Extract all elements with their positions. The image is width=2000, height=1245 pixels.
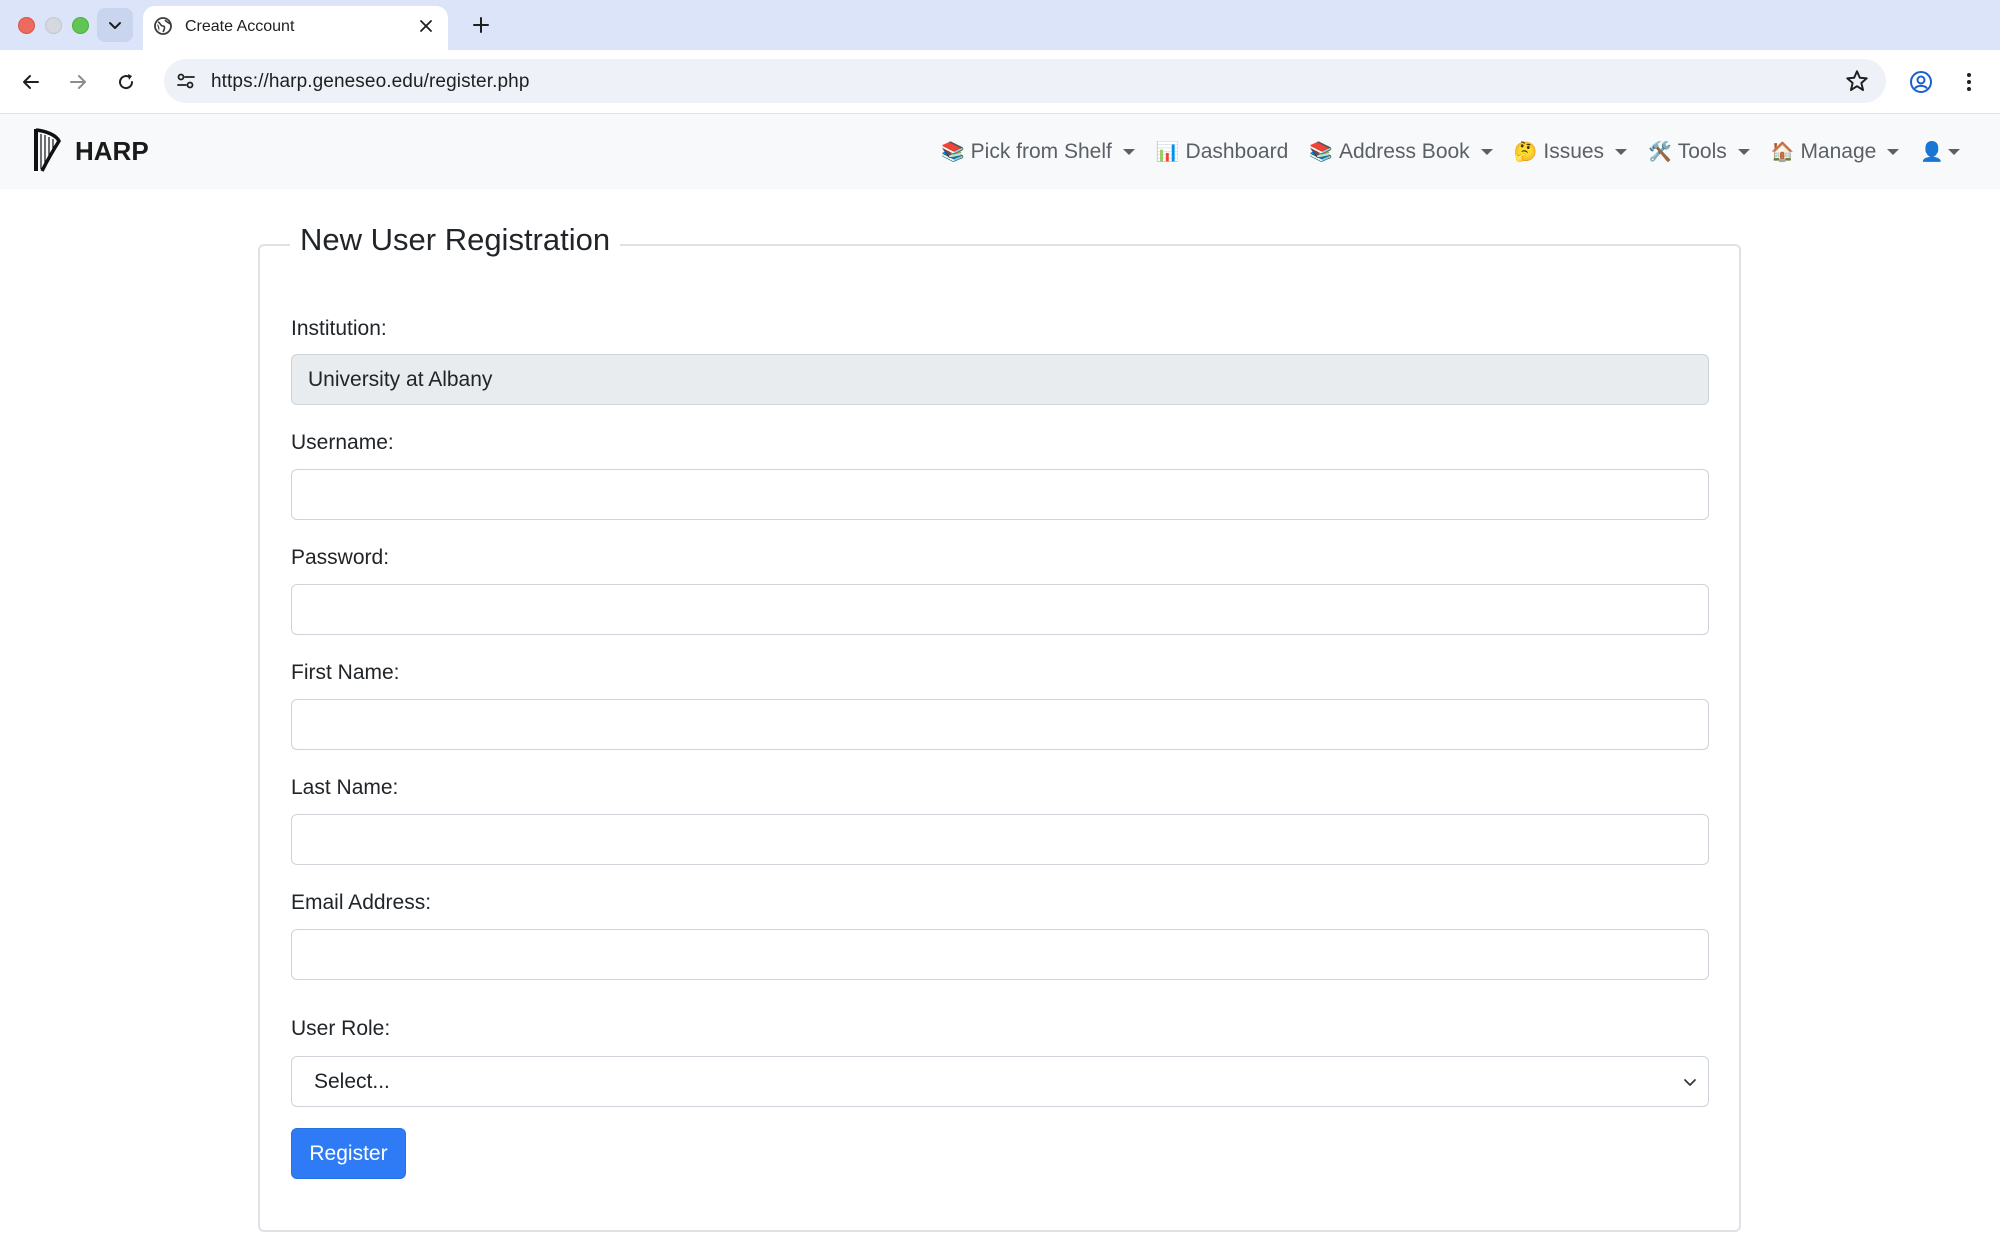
caret-down-icon bbox=[1737, 148, 1750, 155]
globe-icon bbox=[154, 17, 172, 35]
profile-button[interactable] bbox=[1904, 65, 1938, 99]
institution-label: Institution: bbox=[291, 317, 387, 340]
window-zoom-button[interactable] bbox=[72, 17, 89, 34]
books-icon: 📚 bbox=[940, 141, 965, 163]
email-input[interactable] bbox=[291, 929, 1709, 980]
main-menu: 📚 Pick from Shelf 📊 Dashboard 📚 Address … bbox=[920, 114, 1960, 189]
site-settings-icon bbox=[177, 73, 195, 89]
site-navbar: HARP 📚 Pick from Shelf 📊 Dashboard 📚 Add… bbox=[0, 114, 2000, 189]
user-role-select[interactable]: Select... bbox=[291, 1056, 1709, 1107]
password-input[interactable] bbox=[291, 584, 1709, 635]
address-url[interactable]: https://harp.geneseo.edu/register.php bbox=[211, 71, 529, 93]
star-icon[interactable] bbox=[1844, 68, 1870, 94]
reload-button[interactable] bbox=[109, 65, 143, 99]
forward-button[interactable] bbox=[61, 65, 95, 99]
user-role-label: User Role: bbox=[291, 1017, 391, 1040]
tab-title: Create Account bbox=[185, 18, 295, 35]
back-button[interactable] bbox=[14, 65, 48, 99]
plus-icon bbox=[473, 17, 489, 33]
tools-icon: 🛠️ bbox=[1648, 141, 1672, 163]
nav-label: Dashboard bbox=[1185, 139, 1289, 163]
password-label: Password: bbox=[291, 546, 390, 569]
thinking-face-icon: 🤔 bbox=[1513, 141, 1538, 163]
nav-user-menu[interactable]: 👤 bbox=[1920, 140, 1960, 164]
nav-label: Tools bbox=[1677, 139, 1727, 163]
window-close-button[interactable] bbox=[18, 17, 35, 34]
tab-search-button[interactable] bbox=[97, 8, 133, 42]
browser-menu-button[interactable] bbox=[1952, 65, 1986, 99]
user-icon: 👤 bbox=[1920, 141, 1944, 163]
username-label: Username: bbox=[291, 431, 394, 454]
register-button[interactable]: Register bbox=[291, 1128, 406, 1179]
bar-chart-icon: 📊 bbox=[1155, 141, 1180, 163]
chevron-down-icon bbox=[109, 22, 121, 29]
new-tab-button[interactable] bbox=[466, 10, 496, 40]
email-label: Email Address: bbox=[291, 891, 432, 914]
first-name-label: First Name: bbox=[291, 661, 400, 684]
harp-logo-icon[interactable] bbox=[30, 127, 62, 173]
reload-icon bbox=[119, 74, 134, 90]
arrow-right-icon bbox=[70, 75, 86, 89]
nav-label: Manage bbox=[1800, 139, 1877, 163]
address-bar[interactable]: https://harp.geneseo.edu/register.php bbox=[164, 59, 1886, 103]
nav-dashboard[interactable]: 📊 Dashboard bbox=[1156, 140, 1288, 164]
username-input[interactable] bbox=[291, 469, 1709, 520]
close-icon bbox=[420, 20, 432, 32]
nav-label: Issues bbox=[1543, 139, 1605, 163]
kebab-menu-icon bbox=[1967, 73, 1971, 91]
house-icon: 🏠 bbox=[1770, 141, 1795, 163]
nav-label: Pick from Shelf bbox=[970, 139, 1112, 163]
nav-pick-from-shelf[interactable]: 📚 Pick from Shelf bbox=[941, 140, 1135, 164]
form-legend: New User Registration bbox=[290, 222, 621, 258]
tab-close-button[interactable] bbox=[414, 14, 438, 38]
last-name-input[interactable] bbox=[291, 814, 1709, 865]
first-name-input[interactable] bbox=[291, 699, 1709, 750]
user-role-selected: Select... bbox=[314, 1070, 390, 1093]
nav-manage[interactable]: 🏠 Manage bbox=[1771, 140, 1900, 164]
arrow-left-icon bbox=[23, 75, 39, 89]
account-circle-icon bbox=[1910, 71, 1932, 93]
books-icon: 📚 bbox=[1309, 141, 1333, 163]
browser-toolbar: https://harp.geneseo.edu/register.php bbox=[0, 50, 2000, 114]
nav-issues[interactable]: 🤔 Issues bbox=[1513, 139, 1628, 164]
browser-tab-strip: Create Account bbox=[0, 0, 2000, 50]
brand-name[interactable]: HARP bbox=[75, 136, 149, 167]
nav-tools[interactable]: 🛠️ Tools bbox=[1648, 140, 1750, 164]
browser-tab-active[interactable]: Create Account bbox=[143, 6, 448, 50]
caret-down-icon bbox=[1615, 148, 1628, 155]
last-name-label: Last Name: bbox=[291, 776, 399, 799]
caret-down-icon bbox=[1948, 148, 1960, 155]
chevron-down-icon bbox=[1684, 1079, 1696, 1086]
caret-down-icon bbox=[1122, 148, 1135, 155]
window-minimize-button[interactable] bbox=[45, 17, 62, 34]
caret-down-icon bbox=[1887, 148, 1900, 155]
caret-down-icon bbox=[1480, 148, 1493, 155]
nav-label: Address Book bbox=[1338, 139, 1470, 163]
institution-field bbox=[291, 354, 1709, 405]
nav-address-book[interactable]: 📚 Address Book bbox=[1309, 139, 1493, 164]
